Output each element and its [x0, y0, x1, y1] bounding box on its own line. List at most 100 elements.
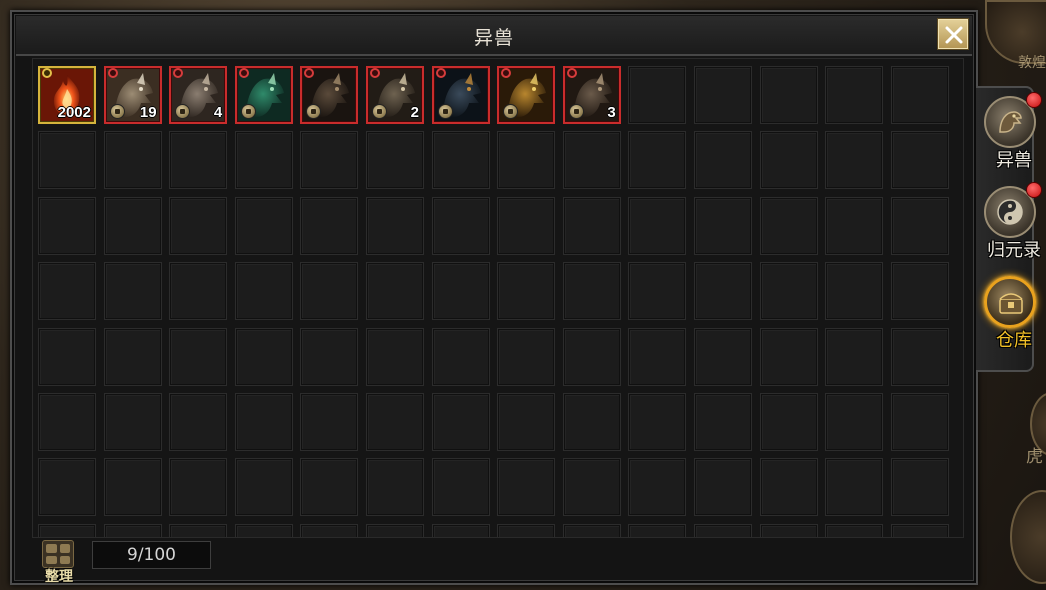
- inventory-slot[interactable]: [759, 523, 818, 537]
- inventory-item-beast-white-tiger[interactable]: 19: [103, 66, 162, 124]
- inventory-slot[interactable]: [103, 262, 162, 321]
- inventory-slot[interactable]: [234, 523, 293, 537]
- inventory-slot[interactable]: [890, 131, 949, 190]
- inventory-slot[interactable]: [693, 131, 752, 190]
- inventory-slot[interactable]: [890, 392, 949, 451]
- inventory-item-beast-grey-wolf[interactable]: 4: [169, 66, 228, 124]
- inventory-slot[interactable]: [890, 262, 949, 321]
- inventory-slot[interactable]: [562, 392, 621, 451]
- sort-button[interactable]: 整理: [40, 540, 76, 585]
- inventory-slot[interactable]: [497, 196, 556, 255]
- inventory-slot[interactable]: [103, 458, 162, 517]
- inventory-slot[interactable]: [234, 327, 293, 386]
- inventory-slot[interactable]: [825, 392, 884, 451]
- inventory-slot[interactable]: [234, 392, 293, 451]
- inventory-slot[interactable]: [300, 196, 359, 255]
- inventory-slot[interactable]: [628, 196, 687, 255]
- inventory-slot[interactable]: [497, 327, 556, 386]
- inventory-slot[interactable]: [890, 327, 949, 386]
- inventory-slot[interactable]: [365, 458, 424, 517]
- inventory-slot[interactable]: [825, 523, 884, 537]
- inventory-slot[interactable]: [562, 523, 621, 537]
- inventory-slot[interactable]: [693, 196, 752, 255]
- inventory-slot[interactable]: [169, 262, 228, 321]
- inventory-slot[interactable]: [890, 66, 949, 124]
- inventory-slot[interactable]: [38, 262, 96, 321]
- inventory-slot[interactable]: [497, 458, 556, 517]
- inventory-slot[interactable]: [169, 327, 228, 386]
- inventory-slot[interactable]: [300, 392, 359, 451]
- inventory-slot[interactable]: [169, 196, 228, 255]
- inventory-slot[interactable]: [38, 131, 96, 190]
- inventory-slot[interactable]: [562, 458, 621, 517]
- inventory-slot[interactable]: [365, 523, 424, 537]
- inventory-slot[interactable]: [497, 392, 556, 451]
- inventory-slot[interactable]: [431, 392, 490, 451]
- inventory-slot[interactable]: [497, 131, 556, 190]
- inventory-slot[interactable]: [890, 458, 949, 517]
- inventory-slot[interactable]: [628, 523, 687, 537]
- inventory-slot[interactable]: [365, 131, 424, 190]
- inventory-slot[interactable]: [562, 196, 621, 255]
- inventory-slot[interactable]: [693, 392, 752, 451]
- inventory-slot[interactable]: [38, 523, 96, 537]
- inventory-slot[interactable]: [365, 392, 424, 451]
- inventory-slot[interactable]: [759, 458, 818, 517]
- inventory-slot[interactable]: [103, 327, 162, 386]
- inventory-slot[interactable]: [759, 66, 818, 124]
- inventory-slot[interactable]: [300, 523, 359, 537]
- inventory-slot[interactable]: [628, 392, 687, 451]
- inventory-slot[interactable]: [890, 523, 949, 537]
- inventory-slot[interactable]: [825, 196, 884, 255]
- inventory-slot[interactable]: [825, 131, 884, 190]
- inventory-slot[interactable]: [103, 131, 162, 190]
- inventory-slot[interactable]: [759, 392, 818, 451]
- inventory-item-beast-golden-lion[interactable]: [497, 66, 556, 124]
- inventory-slot[interactable]: [38, 458, 96, 517]
- inventory-slot[interactable]: [38, 392, 96, 451]
- inventory-slot[interactable]: [628, 327, 687, 386]
- inventory-slot[interactable]: [234, 458, 293, 517]
- inventory-slot[interactable]: [562, 327, 621, 386]
- inventory-slot[interactable]: [38, 327, 96, 386]
- inventory-item-beast-stone-boar[interactable]: 3: [562, 66, 621, 124]
- inventory-slot[interactable]: [365, 327, 424, 386]
- inventory-slot[interactable]: [169, 392, 228, 451]
- inventory-slot[interactable]: [300, 262, 359, 321]
- inventory-item-beast-green-dragon[interactable]: [234, 66, 293, 124]
- inventory-slot[interactable]: [693, 262, 752, 321]
- inventory-slot[interactable]: [825, 327, 884, 386]
- inventory-slot[interactable]: [693, 458, 752, 517]
- inventory-slot[interactable]: [759, 131, 818, 190]
- close-button[interactable]: [938, 19, 968, 49]
- inventory-slot[interactable]: [365, 196, 424, 255]
- inventory-item-flame-essence[interactable]: 2002: [38, 66, 96, 124]
- inventory-slot[interactable]: [300, 131, 359, 190]
- inventory-item-beast-horned-ram[interactable]: 2: [365, 66, 424, 124]
- inventory-slot[interactable]: [628, 262, 687, 321]
- inventory-slot[interactable]: [693, 523, 752, 537]
- inventory-slot[interactable]: [759, 262, 818, 321]
- inventory-slot[interactable]: [103, 196, 162, 255]
- inventory-slot[interactable]: [825, 262, 884, 321]
- inventory-slot[interactable]: [628, 66, 687, 124]
- inventory-slot[interactable]: [497, 262, 556, 321]
- inventory-slot[interactable]: [759, 196, 818, 255]
- inventory-slot[interactable]: [234, 131, 293, 190]
- inventory-item-beast-black-ox[interactable]: [300, 66, 359, 124]
- inventory-slot[interactable]: [825, 458, 884, 517]
- inventory-slot[interactable]: [628, 458, 687, 517]
- inventory-slot[interactable]: [431, 458, 490, 517]
- inventory-slot[interactable]: [169, 458, 228, 517]
- inventory-slot[interactable]: [300, 458, 359, 517]
- inventory-slot[interactable]: [628, 131, 687, 190]
- inventory-slot[interactable]: [562, 262, 621, 321]
- inventory-slot[interactable]: [825, 66, 884, 124]
- inventory-slot[interactable]: [169, 131, 228, 190]
- inventory-slot[interactable]: [890, 196, 949, 255]
- inventory-slot[interactable]: [693, 66, 752, 124]
- inventory-slot[interactable]: [38, 196, 96, 255]
- inventory-item-beast-dark-dragon[interactable]: [431, 66, 490, 124]
- inventory-slot[interactable]: [693, 327, 752, 386]
- inventory-slot[interactable]: [431, 131, 490, 190]
